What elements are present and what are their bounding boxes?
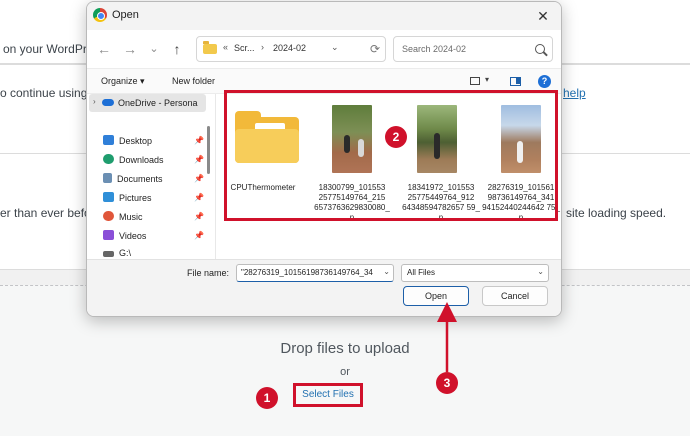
view-options-icon[interactable]	[470, 77, 480, 85]
cloud-icon	[102, 99, 114, 106]
chevron-down-icon[interactable]: ⌄	[383, 267, 390, 276]
address-dropdown-icon[interactable]: ⌄	[331, 42, 339, 53]
nav-item-label: OneDrive - Persona	[118, 98, 198, 108]
file-tile-image[interactable]: 18341972_101553 25775449764_912 64348594…	[401, 99, 481, 222]
or-text: or	[340, 366, 350, 378]
folder-icon	[235, 111, 299, 163]
command-bar: Organize ▾ New folder ▾ ?	[87, 68, 561, 94]
dialog-title: Open	[112, 9, 139, 21]
organize-menu[interactable]: Organize ▾	[101, 76, 145, 87]
file-type-select[interactable]: All Files ⌄	[401, 264, 549, 282]
pictures-icon	[103, 192, 114, 202]
file-name-label: 18300799_101553 25775149764_215 65737636…	[314, 183, 390, 222]
breadcrumb-current[interactable]: 2024-02	[273, 43, 306, 53]
open-button[interactable]: Open	[403, 286, 469, 306]
drop-files-text: Drop files to upload	[280, 340, 410, 357]
step-badge-3: 3	[436, 372, 458, 394]
file-tile-image[interactable]: 28276319_101561 98736149764_341 94152440…	[481, 99, 561, 222]
downloads-icon	[103, 154, 114, 164]
nav-item-onedrive[interactable]: › OneDrive - Persona	[89, 94, 206, 112]
nav-item-label: G:\	[119, 248, 132, 258]
nav-item-label: Pictures	[119, 193, 152, 203]
pin-icon[interactable]: 📌	[194, 155, 204, 164]
nav-item-label: Downloads	[119, 155, 164, 165]
new-folder-button[interactable]: New folder	[172, 76, 215, 86]
file-name-input[interactable]: "28276319_10156198736149764_34 ⌄	[236, 264, 394, 282]
navigation-pane: › OneDrive - Persona Desktop 📌 Downloads…	[87, 94, 215, 259]
search-input[interactable]: Search 2024-02	[402, 44, 466, 54]
address-bar[interactable]: « Scr... › 2024-02 ⌄ ⟳	[196, 36, 386, 62]
file-name-label: 18341972_101553 25775449764_912 64348594…	[402, 183, 480, 222]
up-folder-icon[interactable]: ↑	[167, 39, 187, 59]
open-file-dialog: Open ✕ ← → ⌄ ↑ « Scr... › 2024-02 ⌄ ⟳ Se…	[86, 1, 562, 317]
file-tile-folder[interactable]: CPUThermometer	[223, 99, 303, 219]
nav-item-label: Documents	[117, 174, 163, 184]
search-icon	[535, 44, 545, 54]
documents-icon	[103, 173, 112, 183]
file-name-label: 28276319_101561 98736149764_341 94152440…	[482, 183, 560, 222]
forward-icon[interactable]: →	[120, 39, 140, 59]
pin-icon[interactable]: 📌	[194, 231, 204, 240]
dialog-titlebar: Open ✕	[87, 2, 561, 30]
breadcrumb-screenshots[interactable]: Scr...	[234, 43, 255, 53]
music-icon	[103, 211, 114, 221]
view-dropdown-icon[interactable]: ▾	[485, 75, 489, 84]
breadcrumb-overflow[interactable]: «	[223, 42, 228, 52]
dialog-footer: File name: "28276319_10156198736149764_3…	[87, 259, 561, 316]
breadcrumb-separator: ›	[261, 42, 264, 52]
chrome-icon	[93, 8, 107, 22]
nav-item-videos[interactable]: Videos	[103, 230, 146, 246]
search-box[interactable]: Search 2024-02	[393, 36, 553, 62]
step-badge-2: 2	[385, 126, 407, 148]
folder-icon	[203, 41, 217, 54]
preview-pane-icon[interactable]	[510, 77, 521, 86]
pin-icon[interactable]: 📌	[194, 136, 204, 145]
file-list: CPUThermometer 18300799_101553 257751497…	[216, 94, 561, 259]
help-icon[interactable]: ?	[538, 75, 551, 88]
nav-item-desktop[interactable]: Desktop	[103, 135, 152, 151]
back-icon[interactable]: ←	[94, 39, 114, 59]
file-name-label: File name:	[187, 268, 230, 278]
file-name-value: "28276319_10156198736149764_34	[241, 268, 373, 277]
nav-item-label: Desktop	[119, 136, 153, 146]
wp-text-site: site loading speed.	[566, 206, 667, 220]
image-thumbnail	[332, 105, 372, 173]
videos-icon	[103, 230, 114, 240]
nav-item-pictures[interactable]: Pictures	[103, 192, 152, 208]
file-name-label: CPUThermometer	[230, 183, 296, 192]
image-thumbnail	[501, 105, 541, 173]
nav-pane-scrollbar[interactable]	[207, 126, 210, 174]
close-icon[interactable]: ✕	[531, 5, 555, 27]
select-files-button[interactable]: Select Files	[293, 383, 363, 407]
drive-icon	[103, 251, 114, 257]
chevron-right-icon: ›	[93, 97, 96, 106]
file-type-value: All Files	[407, 268, 436, 277]
desktop-icon	[103, 135, 114, 145]
pin-icon[interactable]: 📌	[194, 193, 204, 202]
nav-item-label: Videos	[119, 231, 147, 241]
refresh-icon[interactable]: ⟳	[370, 42, 380, 56]
nav-item-label: Music	[119, 212, 143, 222]
dialog-navbar: ← → ⌄ ↑ « Scr... › 2024-02 ⌄ ⟳ Search 20…	[87, 30, 561, 68]
step-badge-1: 1	[256, 387, 278, 409]
nav-item-downloads[interactable]: Downloads	[103, 154, 164, 170]
file-tile-image[interactable]: 18300799_101553 25775149764_215 65737636…	[312, 99, 392, 222]
pin-icon[interactable]: 📌	[194, 174, 204, 183]
cancel-button[interactable]: Cancel	[482, 286, 548, 306]
nav-item-music[interactable]: Music	[103, 211, 143, 227]
recent-dropdown-icon[interactable]: ⌄	[144, 39, 164, 59]
image-thumbnail	[417, 105, 457, 173]
pin-icon[interactable]: 📌	[194, 212, 204, 221]
chevron-down-icon: ⌄	[537, 267, 544, 276]
wp-help-link[interactable]: help	[563, 86, 586, 100]
nav-item-documents[interactable]: Documents	[103, 173, 163, 189]
